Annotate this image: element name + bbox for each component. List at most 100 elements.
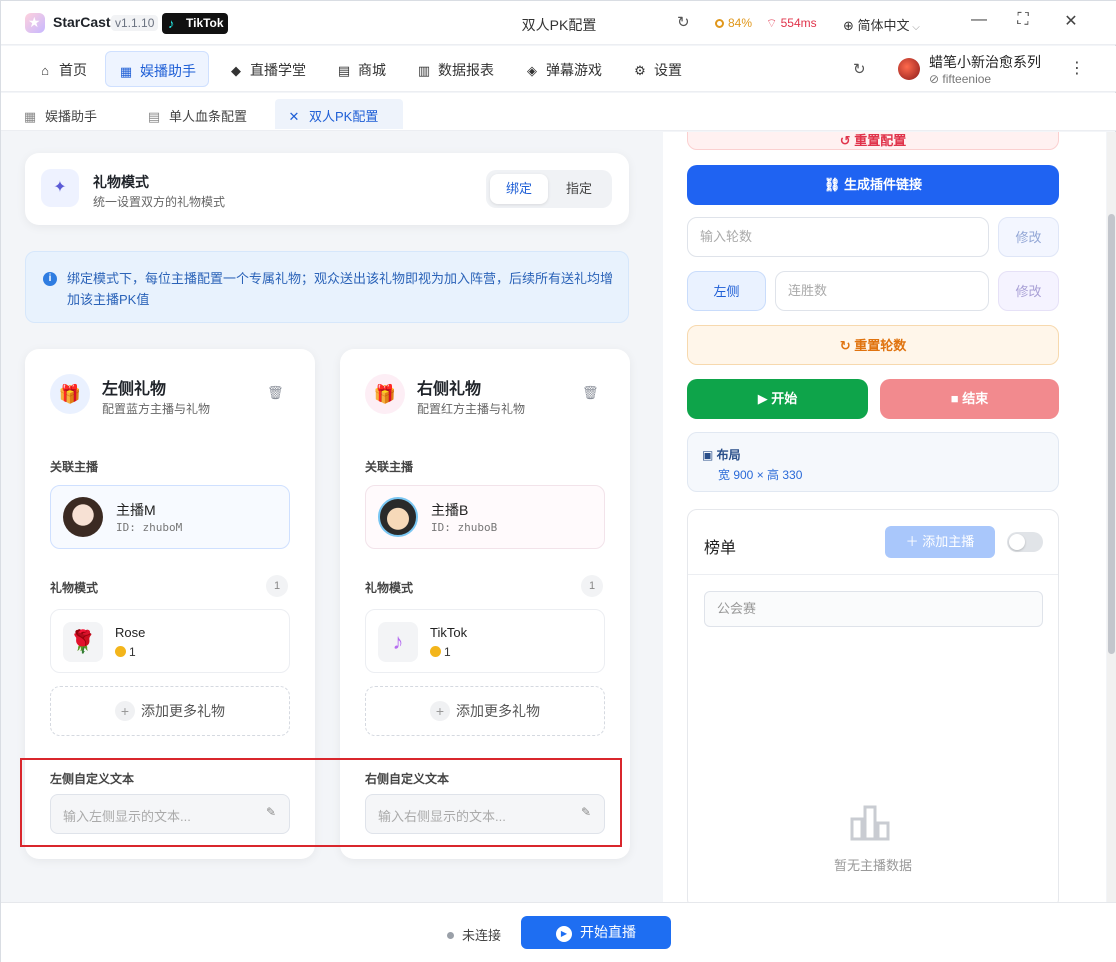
sub-tabs: ▦ 娱播助手 ▤ 单人血条配置 ✕ 双人PK配置	[1, 93, 1116, 131]
title-bar: StarCast v1.1.10 ♪TikTok 双人PK配置 ↻ 84% ⌔ …	[1, 1, 1116, 45]
gift-count-badge: 1	[266, 575, 288, 597]
connection-status-text: 未连接	[462, 928, 502, 943]
end-label: 结束	[962, 391, 989, 406]
nav-label: 娱播助手	[140, 63, 196, 79]
streamer-avatar	[63, 497, 103, 537]
reset-rounds-label: 重置轮数	[854, 338, 907, 353]
cpu-icon	[715, 19, 724, 28]
reset-icon: ↺	[839, 133, 855, 148]
gift-mode-subtitle: 统一设置双方的礼物模式	[93, 195, 226, 209]
language-select[interactable]: ⊕ 简体中文 ⌵	[843, 15, 920, 34]
layout-title-text: 布局	[716, 448, 741, 462]
scrollbar-thumb[interactable]	[1108, 214, 1115, 654]
highlight-box	[20, 758, 622, 847]
grid-icon: ▦	[23, 109, 37, 124]
more-icon[interactable]: ⋮	[1069, 58, 1085, 78]
add-streamer-label: 添加主播	[922, 534, 975, 549]
start-label: 开始	[771, 391, 798, 406]
mode-bind-button[interactable]: 绑定	[490, 174, 548, 204]
left-gift-title: 左侧礼物	[102, 381, 167, 398]
scrollbar[interactable]	[1107, 132, 1116, 902]
divider	[688, 574, 1058, 575]
gen-link-label: 生成插件链接	[844, 177, 923, 192]
control-panel: ↺ 重置配置 ⛓ 生成插件链接 输入轮数 修改 左侧 连胜数 修改 ↻ 重置轮数…	[663, 132, 1106, 902]
maximize-icon[interactable]: ⛶	[1011, 11, 1035, 29]
nav-settings[interactable]: ⚙ 设置	[620, 51, 694, 87]
store-icon: ▤	[337, 63, 351, 78]
refresh-icon[interactable]: ↻	[677, 13, 690, 31]
nav-danmaku-games[interactable]: ◈ 弹幕游戏	[512, 51, 614, 87]
start-live-label: 开始直播	[580, 924, 636, 940]
main-nav: ⌂ 首页 ▦ 娱播助手 ◆ 直播学堂 ▤ 商城 ▥ 数据报表 ◈ 弹幕游戏 ⚙ 设置 ↻ 蜡笔…	[1, 46, 1116, 92]
empty-state-text: 暂无主播数据	[833, 858, 912, 873]
nav-label: 商城	[358, 62, 386, 78]
linked-streamer-label: 关联主播	[365, 460, 414, 474]
gamepad-icon: ◈	[527, 63, 537, 78]
gift-price-value: 1	[129, 645, 136, 659]
nav-live-academy[interactable]: ◆ 直播学堂	[216, 51, 318, 87]
trash-icon[interactable]: 🗑	[267, 385, 284, 401]
left-streamer-card[interactable]: 主播M ID: zhuboM	[50, 485, 290, 549]
start-live-button[interactable]: ▶ 开始直播	[521, 916, 671, 949]
refresh-icon[interactable]: ↻	[853, 60, 866, 78]
gift-mode-card: ✦ 礼物模式 统一设置双方的礼物模式 绑定 指定	[25, 153, 629, 225]
ranking-toggle[interactable]	[1007, 532, 1043, 552]
streamer-id: ID: zhuboB	[431, 521, 498, 534]
gear-icon: ⚙	[634, 63, 646, 78]
right-streamer-card[interactable]: 主播B ID: zhuboB	[365, 485, 605, 549]
gift-mode-title: 礼物模式	[93, 174, 149, 190]
tab-dual-pk[interactable]: ✕ 双人PK配置	[275, 99, 403, 129]
nav-entertainment-assistant[interactable]: ▦ 娱播助手	[105, 51, 209, 87]
guild-match-input[interactable]: 公会赛	[704, 591, 1043, 627]
add-streamer-button[interactable]: ＋ 添加主播	[885, 526, 995, 558]
info-icon: i	[43, 272, 57, 286]
mode-specify-button[interactable]: 指定	[550, 174, 608, 204]
add-more-gifts-button[interactable]: + 添加更多礼物	[365, 686, 605, 736]
chevron-down-icon: ⌵	[909, 22, 920, 33]
connection-status: 未连接	[447, 925, 501, 944]
rounds-input[interactable]: 输入轮数	[687, 217, 989, 257]
reset-rounds-button[interactable]: ↻ 重置轮数	[687, 325, 1059, 365]
modify-streak-button[interactable]: 修改	[998, 271, 1059, 311]
graduation-cap-icon: ◆	[231, 63, 241, 78]
right-gift-item[interactable]: ♪ TikTok 1	[365, 609, 605, 673]
reset-config-button[interactable]: ↺ 重置配置	[687, 132, 1059, 150]
globe-icon: ⊕	[843, 18, 858, 33]
left-gift-item[interactable]: 🌹 Rose 1	[50, 609, 290, 673]
end-button[interactable]: ■ 结束	[880, 379, 1059, 419]
cpu-value: 84%	[728, 16, 753, 30]
add-more-gifts-button[interactable]: + 添加更多礼物	[50, 686, 290, 736]
streak-input[interactable]: 连胜数	[775, 271, 989, 311]
tiktok-icon: ♪	[378, 622, 418, 662]
ranking-title: 榜单	[704, 540, 737, 557]
gift-mode-label: 礼物模式	[50, 581, 99, 595]
nav-home[interactable]: ⌂ 首页	[25, 51, 99, 87]
app-window: StarCast v1.1.10 ♪ TikTok 双人PK配置 ↻ 84% ⌔ …	[0, 0, 1116, 962]
tab-single-health-bar[interactable]: ▤ 单人血条配置	[135, 99, 259, 129]
streamer-name: 主播B	[431, 502, 469, 518]
trash-icon[interactable]: 🗑	[582, 385, 599, 401]
plus-icon: +	[115, 701, 135, 721]
platform-badge-label: TikTok	[186, 16, 224, 30]
modify-rounds-button[interactable]: 修改	[998, 217, 1059, 257]
avatar[interactable]	[898, 58, 920, 80]
nav-store[interactable]: ▤ 商城	[324, 51, 398, 87]
gift-mode-label: 礼物模式	[365, 581, 414, 595]
side-left-button[interactable]: 左侧	[687, 271, 766, 311]
empty-chart-icon	[850, 805, 890, 841]
nav-data-report[interactable]: ▥ 数据报表	[404, 51, 506, 87]
gift-price-value: 1	[444, 645, 451, 659]
info-text: 绑定模式下，每位主播配置一个专属礼物；观众送出该礼物即视为加入阵营，后续所有送礼…	[67, 271, 614, 307]
generate-plugin-link-button[interactable]: ⛓ 生成插件链接	[687, 165, 1059, 205]
plus-icon: +	[430, 701, 450, 721]
tab-entertainment-assistant[interactable]: ▦ 娱播助手	[11, 99, 109, 129]
close-icon[interactable]: ✕	[1059, 11, 1083, 31]
layout-info: ▣ 布局 宽 900 × 高 330	[687, 432, 1059, 492]
layout-size: 宽 900 × 高 330	[718, 468, 803, 482]
start-button[interactable]: ▶ 开始	[687, 379, 868, 419]
stop-icon: ■	[950, 391, 963, 406]
document-icon: ▤	[147, 109, 161, 124]
link-icon: ⛓	[823, 177, 845, 192]
grid-icon: ▦	[119, 64, 133, 79]
minimize-icon[interactable]: —	[967, 11, 991, 29]
